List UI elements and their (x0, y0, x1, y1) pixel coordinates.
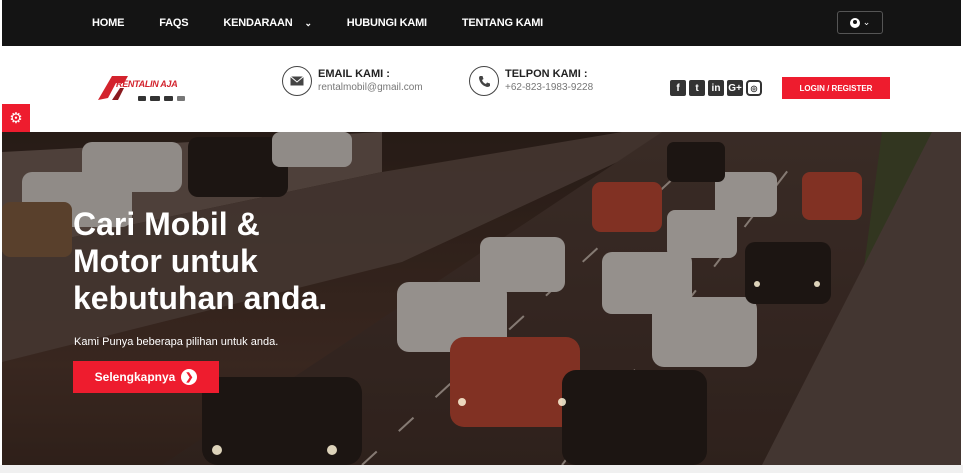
phone-value[interactable]: +62-823-1983-9228 (505, 82, 593, 93)
linkedin-icon[interactable]: in (708, 80, 724, 96)
site-logo[interactable]: RENTALIN AJA (94, 70, 194, 110)
email-title: EMAIL KAMI : (318, 68, 390, 80)
page-bottom-strip (0, 465, 963, 473)
twitter-icon[interactable]: t (689, 80, 705, 96)
envelope-icon (282, 66, 312, 96)
nav-home-label: HOME (92, 17, 125, 29)
phone-title: TELPON KAMI : (505, 68, 588, 80)
nav-home[interactable]: HOME (92, 17, 124, 29)
gear-icon[interactable]: ⚙ (2, 104, 30, 132)
top-navbar: HOME FAQS KENDARAAN ⌄ HUBUNGI KAMI TENTAN… (2, 0, 961, 46)
nav-hubungi-label: HUBUNGI KAMI (346, 17, 427, 29)
google-plus-icon[interactable]: G+ (727, 80, 743, 96)
login-register-button[interactable]: LOGIN / REGISTER (782, 77, 890, 99)
main-menu: HOME FAQS KENDARAAN ⌄ HUBUNGI KAMI TENTAN… (92, 0, 578, 46)
phone-contact: TELPON KAMI : +62-823-1983-9228 (469, 66, 593, 96)
nav-hubungi-kami[interactable]: HUBUNGI KAMI (347, 17, 427, 29)
logo-text: RENTALIN AJA (116, 79, 178, 89)
nav-faqs-label: FAQS (159, 17, 189, 29)
chevron-down-icon: ⌄ (304, 17, 312, 28)
hero-banner: Cari Mobil & Motor untuk kebutuhan anda.… (2, 132, 961, 465)
instagram-icon[interactable]: ◎ (746, 80, 762, 96)
chevron-down-icon: ⌄ (862, 17, 871, 27)
user-circle-icon (849, 17, 860, 28)
user-menu-button[interactable]: ⌄ (837, 11, 883, 34)
cta-label: Selengkapnya (94, 370, 176, 384)
logo-car-icon (98, 76, 185, 101)
phone-icon (469, 66, 499, 96)
nav-faqs[interactable]: FAQS (159, 17, 188, 29)
nav-kendaraan[interactable]: KENDARAAN ⌄ (223, 17, 312, 29)
hero-title-line-3: kebutuhan anda. (73, 280, 328, 316)
nav-tentang-kami[interactable]: TENTANG KAMI (462, 17, 543, 29)
email-value[interactable]: rentalmobil@gmail.com (318, 82, 423, 93)
email-contact: EMAIL KAMI : rentalmobil@gmail.com (282, 66, 423, 96)
nav-tentang-label: TENTANG KAMI (461, 17, 544, 29)
nav-kendaraan-label: KENDARAAN (223, 17, 293, 29)
social-links: f t in G+ ◎ (670, 80, 762, 96)
facebook-icon[interactable]: f (670, 80, 686, 96)
selengkapnya-button[interactable]: Selengkapnya ❯ (73, 361, 219, 393)
hero-subtitle: Kami Punya beberapa pilihan untuk anda. (74, 336, 279, 348)
hero-title-line-2: Motor untuk (73, 243, 258, 279)
site-header: RENTALIN AJA EMAIL KAMI : rentalmobil@gm… (2, 46, 961, 132)
hero-title-line-1: Cari Mobil & (73, 206, 260, 242)
hero-title: Cari Mobil & Motor untuk kebutuhan anda. (73, 206, 373, 317)
arrow-right-icon: ❯ (181, 369, 198, 385)
